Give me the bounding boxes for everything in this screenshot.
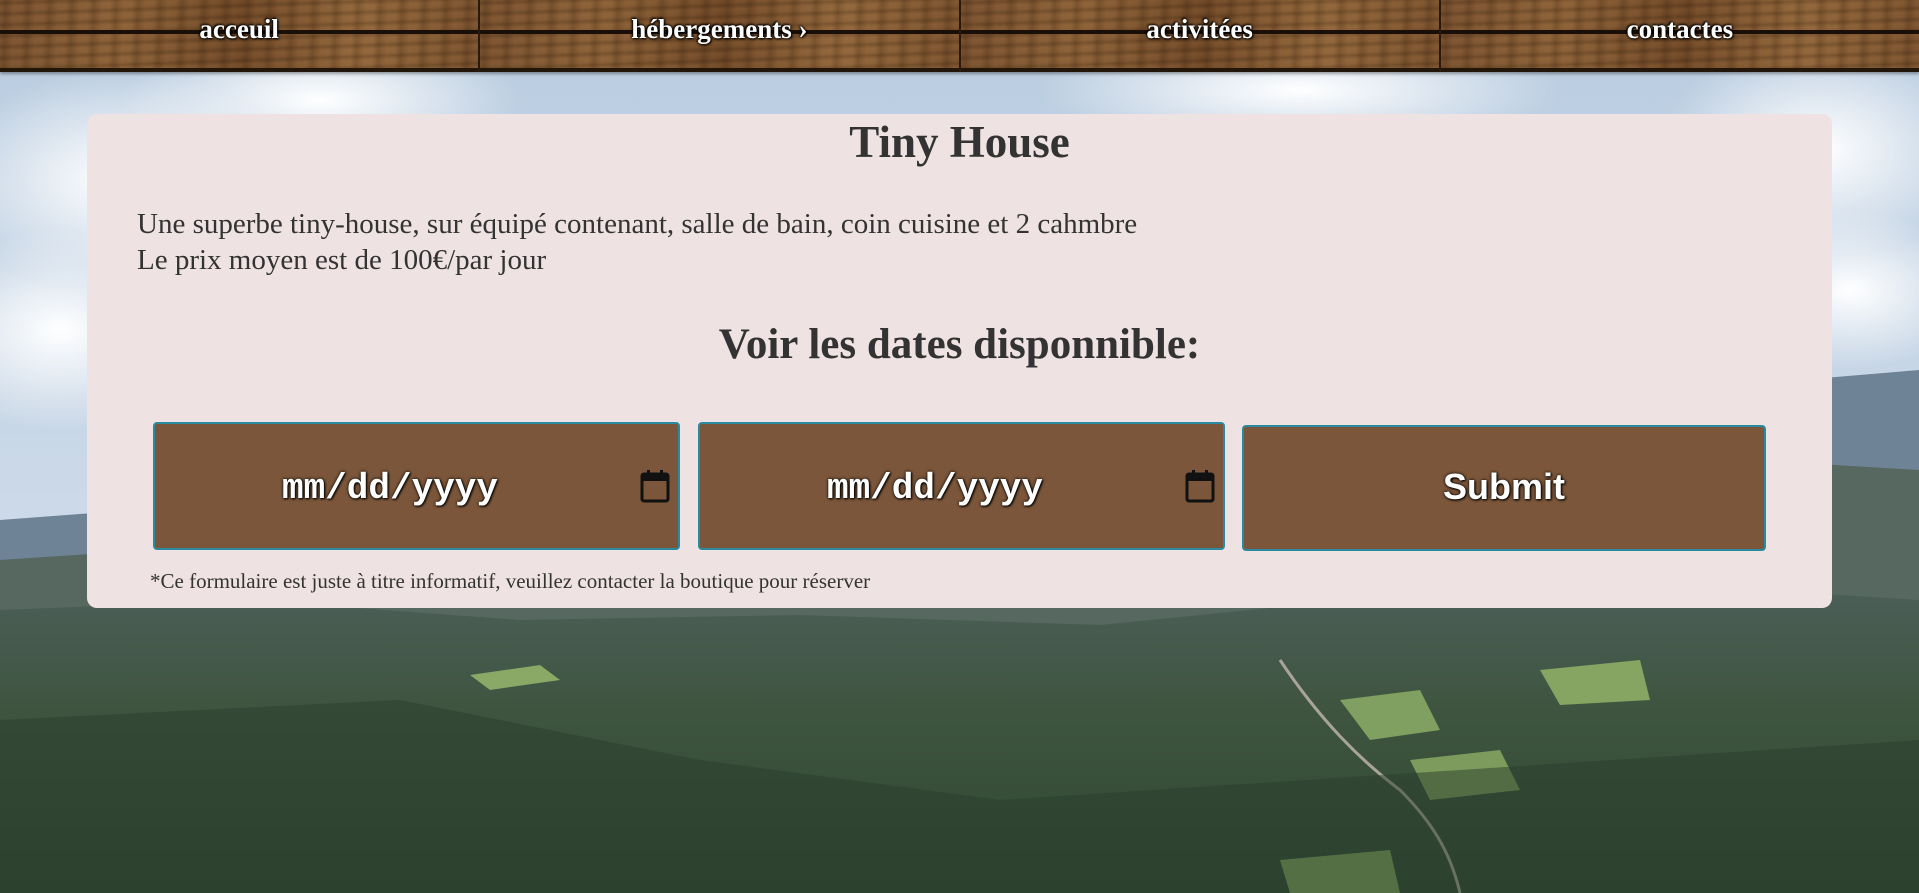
dates-heading: Voir les dates disponnible: [718,321,1201,368]
nav-label-contactes: contactes [1626,14,1734,44]
main-nav: acceuil hébergements › activitées contac… [0,0,1919,72]
calendar-icon[interactable] [1185,469,1215,503]
end-date-input[interactable]: mm/dd/yyyy [698,422,1225,550]
nav-item-acceuil[interactable]: acceuil [0,0,481,72]
nav-label-hebergements: hébergements › [631,14,808,44]
nav-label-acceuil: acceuil [199,14,279,44]
nav-item-activitees[interactable]: activitées [960,0,1441,72]
page-title: Tiny House [849,117,1070,167]
submit-button[interactable]: Submit [1242,425,1766,551]
description-line-price: Le prix moyen est de 100€/par jour [137,244,547,276]
nav-label-activitees: activitées [1146,14,1253,44]
nav-item-hebergements[interactable]: hébergements › [480,0,961,72]
calendar-icon[interactable] [640,469,670,503]
description: Une superbe tiny-house, sur équipé conte… [137,206,1137,278]
start-date-value: mm/dd/yyyy [281,468,499,509]
form-disclaimer: *Ce formulaire est juste à titre informa… [150,569,871,593]
start-date-input[interactable]: mm/dd/yyyy [153,422,680,550]
nav-item-contactes[interactable]: contactes [1440,0,1919,72]
description-line-features: Une superbe tiny-house, sur équipé conte… [137,208,1138,240]
tiny-house-card: Tiny House Une superbe tiny-house, sur é… [87,114,1832,608]
end-date-value: mm/dd/yyyy [826,468,1044,509]
